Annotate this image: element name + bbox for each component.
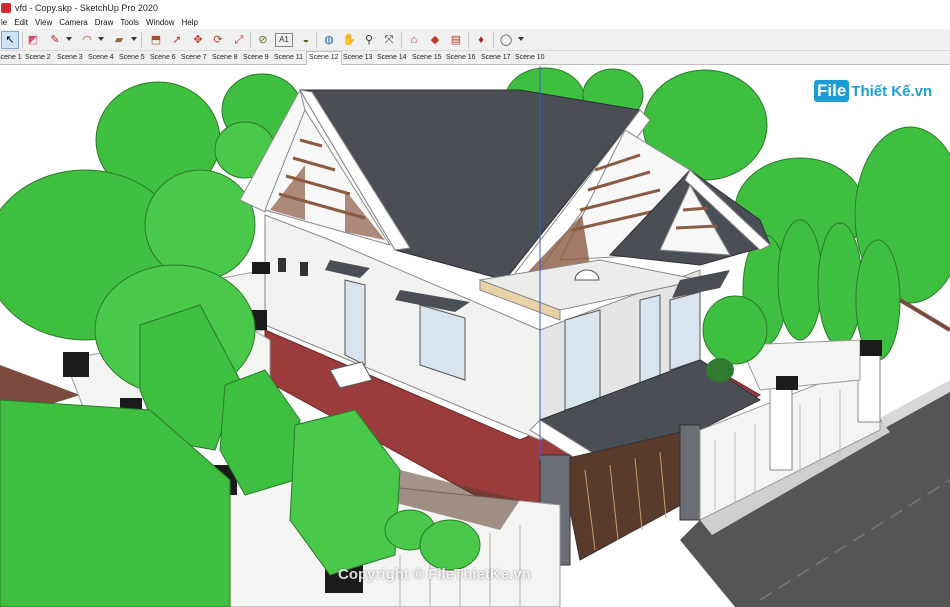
- menu-window[interactable]: Window: [146, 18, 174, 27]
- model-scene: [0, 66, 950, 607]
- shrub: [706, 358, 734, 382]
- fence-pillar: [857, 351, 881, 423]
- scene-tab-6[interactable]: Scene 6: [150, 52, 176, 65]
- scale-tool-icon[interactable]: ⤢: [230, 31, 248, 49]
- menu-edit[interactable]: Edit: [14, 18, 28, 27]
- eraser-tool-icon[interactable]: ◩: [24, 31, 42, 49]
- ruby-icon[interactable]: ♦: [472, 31, 490, 49]
- menu-draw[interactable]: Draw: [95, 18, 114, 27]
- scene-tab-7[interactable]: Scene 7: [181, 52, 207, 65]
- window-awning: [672, 270, 730, 298]
- line-dropdown-chevron-icon[interactable]: [66, 37, 72, 41]
- fence-lamp: [252, 262, 270, 274]
- scene-tab-17[interactable]: Scene 17: [481, 52, 511, 65]
- logo-file-text: File: [814, 80, 850, 102]
- menu-bar: le Edit View Camera Draw Tools Window He…: [0, 16, 950, 29]
- scene-tab-4[interactable]: Scene 4: [88, 52, 114, 65]
- line-tool-icon[interactable]: ✎: [46, 31, 64, 49]
- shrub: [702, 295, 768, 365]
- protractor-tool-icon[interactable]: ◒: [297, 31, 315, 49]
- shape-dropdown-chevron-icon[interactable]: [131, 37, 137, 41]
- logo-name-text: Thiết Kế.vn: [851, 82, 933, 100]
- push-pull-tool-icon[interactable]: ⬒: [147, 31, 165, 49]
- toolbar-separator: [493, 32, 494, 48]
- scene-tab-1[interactable]: Scene 1: [0, 52, 22, 65]
- 3d-viewport[interactable]: File Thiết Kế.vn: [0, 66, 950, 607]
- menu-view[interactable]: View: [35, 18, 52, 27]
- fence-lamp: [860, 340, 882, 356]
- account-dropdown-chevron-icon[interactable]: [518, 37, 524, 41]
- scene-tab-14[interactable]: Scene 14: [377, 52, 407, 65]
- follow-me-tool-icon[interactable]: ➚: [168, 31, 186, 49]
- menu-camera[interactable]: Camera: [59, 18, 87, 27]
- scene-tab-10[interactable]: Scene 10: [515, 52, 545, 65]
- layout-icon[interactable]: ▤: [447, 31, 465, 49]
- arc-tool-icon[interactable]: ◠: [78, 31, 96, 49]
- fence-lamp: [776, 376, 798, 390]
- scene-tab-16[interactable]: Scene 16: [446, 52, 476, 65]
- title-bar: vfd - Copy.skp - SketchUp Pro 2020: [0, 0, 950, 16]
- tree: [817, 222, 863, 348]
- scene-tab-13[interactable]: Scene 13: [343, 52, 373, 65]
- menu-tools[interactable]: Tools: [120, 18, 139, 27]
- zoom-tool-icon[interactable]: ⚲: [360, 31, 378, 49]
- scene-tabs-bar: Scene 1 Scene 2 Scene 3 Scene 4 Scene 5 …: [0, 51, 950, 65]
- fence-pillar: [769, 384, 793, 471]
- main-toolbar: ↖ ◩ ✎ ◠ ▰ ⬒ ➚ ✥ ⟳ ⤢ ⊘ A1 ◒ ◍ ✋ ⚲ ⤧ ⌂ ◆ ▤…: [0, 29, 950, 51]
- window: [669, 291, 701, 371]
- toolbar-separator: [468, 32, 469, 48]
- scene-tab-9[interactable]: Scene 9: [243, 52, 269, 65]
- vent: [278, 258, 286, 272]
- toolbar-separator: [141, 32, 142, 48]
- scene-tab-5[interactable]: Scene 5: [119, 52, 145, 65]
- scene-tab-15[interactable]: Scene 15: [412, 52, 442, 65]
- extension-warehouse-icon[interactable]: ◆: [426, 31, 444, 49]
- rectangle-tool-icon[interactable]: ▰: [110, 31, 128, 49]
- scene-tab-8[interactable]: Scene 8: [212, 52, 238, 65]
- menu-help[interactable]: Help: [182, 18, 198, 27]
- arc-dropdown-chevron-icon[interactable]: [98, 37, 104, 41]
- toolbar-separator: [250, 32, 251, 48]
- tree: [777, 219, 823, 341]
- toolbar-separator: [316, 32, 317, 48]
- tree: [419, 519, 481, 571]
- move-tool-icon[interactable]: ✥: [189, 31, 207, 49]
- scene-tab-11[interactable]: Scene 11: [274, 52, 303, 65]
- menu-file[interactable]: le: [1, 18, 7, 27]
- sketchup-app-icon: [1, 3, 11, 13]
- account-icon[interactable]: ◯: [497, 31, 515, 49]
- tape-measure-tool-icon[interactable]: ⊘: [254, 31, 272, 49]
- select-tool-icon[interactable]: ↖: [1, 31, 19, 49]
- filethietke-logo: File Thiết Kế.vn: [814, 76, 932, 106]
- text-tool-icon[interactable]: A1: [275, 33, 293, 47]
- window: [344, 279, 366, 366]
- fence-lamp: [63, 352, 89, 377]
- tree: [144, 169, 256, 281]
- vent: [300, 262, 308, 276]
- window-title: vfd - Copy.skp - SketchUp Pro 2020: [15, 3, 158, 13]
- toolbar-separator: [22, 32, 23, 48]
- orbit-tool-icon[interactable]: ◍: [320, 31, 338, 49]
- rotate-tool-icon[interactable]: ⟳: [209, 31, 227, 49]
- tree-trunk: [898, 298, 950, 332]
- scene-tab-3[interactable]: Scene 3: [57, 52, 83, 65]
- scene-tab-12[interactable]: Scene 12: [306, 51, 342, 65]
- pan-tool-icon[interactable]: ✋: [340, 31, 358, 49]
- gate-pillar: [679, 424, 701, 521]
- zoom-extents-tool-icon[interactable]: ⤧: [380, 31, 398, 49]
- door: [564, 309, 601, 411]
- copyright-watermark: Copyright © FileThietKe.vn: [338, 566, 531, 583]
- toolbar-separator: [401, 32, 402, 48]
- warehouse-icon[interactable]: ⌂: [405, 31, 423, 49]
- scene-tab-2[interactable]: Scene 2: [25, 52, 51, 65]
